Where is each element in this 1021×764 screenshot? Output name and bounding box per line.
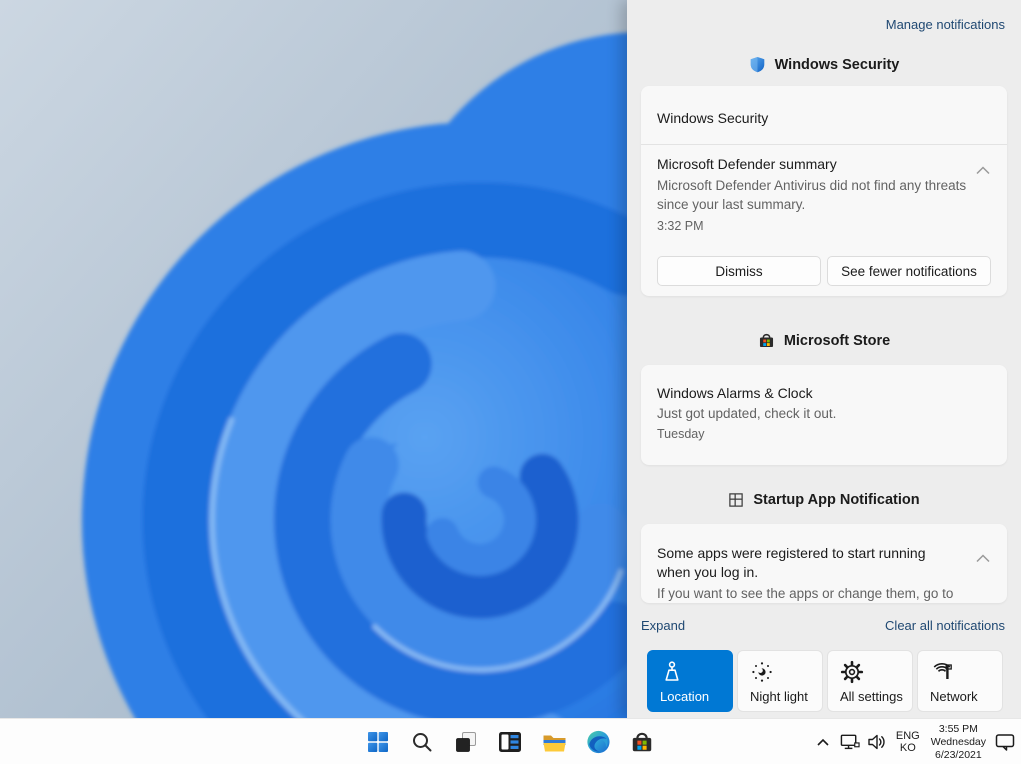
language-primary: ENG bbox=[895, 730, 920, 742]
notification-body: Just got updated, check it out. bbox=[657, 406, 837, 421]
notification-title: Microsoft Defender summary bbox=[657, 156, 837, 172]
tray-clock[interactable]: 3:55 PM Wednesday 6/23/2021 bbox=[929, 723, 988, 762]
search-button[interactable] bbox=[409, 729, 435, 755]
store-bag-icon bbox=[632, 732, 652, 752]
taskbar: ENG KO 3:55 PM Wednesday 6/23/2021 bbox=[0, 718, 1021, 764]
group-header-windows-security: Windows Security bbox=[627, 56, 1021, 73]
edge-taskbar-button[interactable] bbox=[585, 729, 611, 755]
notification-title: Windows Security bbox=[657, 110, 769, 126]
notification-time: Tuesday bbox=[657, 427, 705, 441]
notification-time: 3:32 PM bbox=[657, 219, 704, 233]
group-header-microsoft-store: Microsoft Store bbox=[627, 332, 1021, 349]
app-window-icon bbox=[729, 493, 744, 507]
night-light-icon bbox=[752, 662, 772, 682]
gear-icon bbox=[840, 660, 864, 684]
file-explorer-icon bbox=[543, 735, 565, 752]
edge-icon bbox=[587, 730, 610, 754]
panel-footer-links: Expand Clear all notifications bbox=[641, 618, 1005, 633]
notification-card-windows-security[interactable]: Windows Security Microsoft Defender summ… bbox=[641, 86, 1007, 296]
quick-setting-location[interactable]: Location bbox=[647, 650, 733, 712]
quick-settings-tiles: Location Night light All settings Networ… bbox=[647, 650, 1003, 712]
notification-card-alarms-clock[interactable]: Windows Alarms & Clock Just got updated,… bbox=[641, 365, 1007, 465]
manage-notifications-link[interactable]: Manage notifications bbox=[886, 17, 1005, 32]
chevron-up-icon[interactable] bbox=[975, 166, 991, 175]
clock-date: 6/23/2021 bbox=[935, 748, 982, 761]
tile-label: Night light bbox=[750, 689, 808, 704]
group-title: Startup App Notification bbox=[753, 492, 920, 508]
store-bag-icon bbox=[759, 333, 773, 348]
store-taskbar-button[interactable] bbox=[629, 729, 655, 755]
quick-setting-night-light[interactable]: Night light bbox=[737, 650, 823, 712]
clock-time: 3:55 PM bbox=[938, 722, 978, 735]
see-fewer-notifications-button[interactable]: See fewer notifications bbox=[827, 256, 991, 286]
group-title: Microsoft Store bbox=[783, 332, 891, 349]
tile-label: All settings bbox=[840, 689, 903, 704]
notification-divider bbox=[641, 144, 1007, 145]
task-view-icon bbox=[456, 732, 476, 752]
desktop-wallpaper: ♻ Recycle Bin bbox=[0, 0, 627, 718]
windows11-desktop-screen: ♻ Recycle Bin bbox=[0, 0, 1021, 764]
clear-all-notifications-link[interactable]: Clear all notifications bbox=[885, 618, 1005, 633]
chevron-up-icon bbox=[817, 738, 829, 746]
file-explorer-button[interactable] bbox=[541, 729, 567, 755]
widgets-icon bbox=[499, 732, 521, 752]
chevron-up-icon[interactable] bbox=[975, 554, 991, 563]
group-title: Windows Security bbox=[774, 56, 900, 73]
group-header-startup-app-notification: Startup App Notification bbox=[627, 492, 1021, 508]
shield-icon bbox=[750, 57, 764, 73]
widgets-button[interactable] bbox=[497, 729, 523, 755]
notification-body: If you want to see the apps or change th… bbox=[657, 586, 954, 601]
tray-language-switcher[interactable]: ENG KO bbox=[894, 730, 922, 754]
tray-network-button[interactable] bbox=[840, 732, 860, 752]
tray-overflow-button[interactable] bbox=[813, 732, 833, 752]
notification-actions: Dismiss See fewer notifications bbox=[657, 256, 991, 286]
language-secondary: KO bbox=[899, 742, 916, 754]
notification-center-panel: Manage notifications Windows Security Wi… bbox=[627, 0, 1021, 718]
tile-label: Network bbox=[930, 689, 978, 704]
tray-volume-button[interactable] bbox=[867, 732, 887, 752]
clock-day: Wednesday bbox=[930, 735, 986, 748]
ethernet-display-icon bbox=[840, 734, 860, 750]
quick-setting-network[interactable]: Network bbox=[917, 650, 1003, 712]
task-view-button[interactable] bbox=[453, 729, 479, 755]
system-tray: ENG KO 3:55 PM Wednesday 6/23/2021 bbox=[813, 719, 1015, 764]
expand-link[interactable]: Expand bbox=[641, 618, 685, 633]
notification-title: Some apps were registered to start runni… bbox=[657, 545, 926, 580]
bloom-wallpaper-art bbox=[0, 0, 627, 718]
quick-setting-all-settings[interactable]: All settings bbox=[827, 650, 913, 712]
search-icon bbox=[413, 733, 432, 752]
tile-label: Location bbox=[660, 689, 710, 704]
network-signal-icon bbox=[933, 663, 952, 679]
notification-body: Microsoft Defender Antivirus did not fin… bbox=[657, 178, 967, 212]
dismiss-button[interactable]: Dismiss bbox=[657, 256, 821, 286]
notification-center-button[interactable] bbox=[995, 732, 1015, 752]
comment-bubble-icon bbox=[995, 733, 1015, 751]
speaker-icon bbox=[868, 734, 885, 750]
notification-title: Windows Alarms & Clock bbox=[657, 385, 813, 401]
start-button[interactable] bbox=[365, 729, 391, 755]
location-icon bbox=[665, 661, 679, 681]
windows-logo-icon bbox=[368, 732, 388, 752]
notification-card-startup-apps[interactable]: Some apps were registered to start runni… bbox=[641, 524, 1007, 603]
